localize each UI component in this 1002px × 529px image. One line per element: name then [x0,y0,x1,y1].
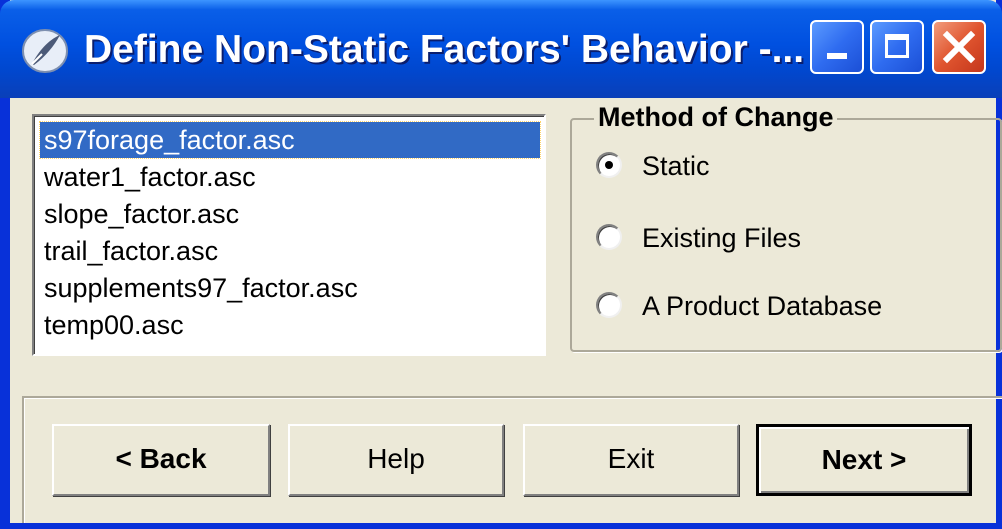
minimize-button[interactable] [810,20,864,74]
next-button[interactable]: Next > [756,424,972,496]
list-item[interactable]: trail_factor.asc [40,233,540,269]
close-button[interactable] [932,20,986,74]
radio-label[interactable]: A Product Database [642,288,882,324]
list-item[interactable]: supplements97_factor.asc [40,270,540,306]
list-item[interactable]: water1_factor.asc [40,159,540,195]
list-item[interactable]: temp00.asc [40,307,540,343]
help-button[interactable]: Help [288,424,504,496]
back-button[interactable]: < Back [52,424,270,496]
factor-listbox[interactable]: s97forage_factor.asc water1_factor.asc s… [32,114,546,356]
radio-button[interactable] [596,224,622,250]
radio-label[interactable]: Static [642,148,710,184]
radio-label[interactable]: Existing Files [642,220,801,256]
window-title: Define Non-Static Factors' Behavior -... [84,28,805,71]
title-bar[interactable]: Define Non-Static Factors' Behavior -... [0,0,1002,98]
method-of-change-label: Method of Change [594,101,838,133]
maximize-icon [885,34,909,58]
list-item[interactable]: s97forage_factor.asc [39,121,541,159]
list-item[interactable]: slope_factor.asc [40,196,540,232]
maximize-button[interactable] [870,20,924,74]
quill-icon [22,29,68,73]
minimize-icon [827,53,847,59]
radio-button[interactable] [596,292,622,318]
radio-button[interactable] [596,152,622,178]
exit-button[interactable]: Exit [523,424,739,496]
radio-selected-dot [605,161,613,169]
close-icon [942,30,976,64]
